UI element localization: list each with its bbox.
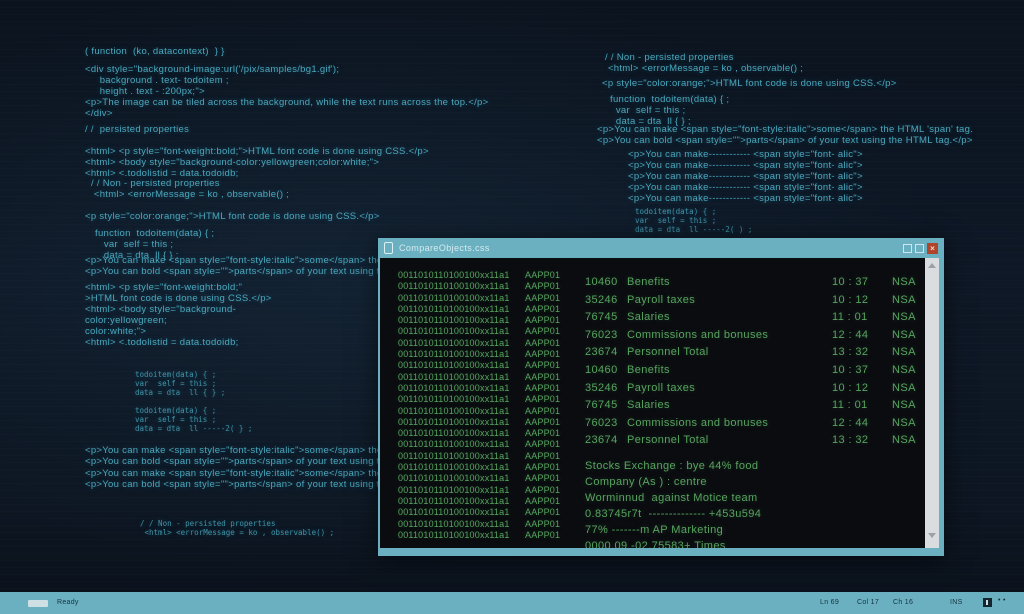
binary-row: 0011010110100100xx11a1AAPP01 <box>398 394 560 405</box>
status-ready-label: Ready <box>57 599 79 606</box>
binary-row: 0011010110100100xx11a1AAPP01 <box>398 383 560 394</box>
window-controls: × <box>903 243 938 254</box>
code-block-color-orange: <p style="color:orange;">HTML font code … <box>85 211 380 222</box>
binary-row: 0011010110100100xx11a1AAPP01 <box>398 428 560 439</box>
binary-row: 0011010110100100xx11a1AAPP01 <box>398 473 560 484</box>
status-dots: • • <box>998 597 1006 604</box>
status-insert-mode: INS <box>950 599 963 606</box>
binary-row: 0011010110100100xx11a1AAPP01 <box>398 485 560 496</box>
code-block-right-non-persisted: / / Non - persisted properties <html> <e… <box>605 52 803 74</box>
code-block-mono-todoitem: todoitem(data) { ; var self = this ; dat… <box>135 370 252 433</box>
status-line-indicator: Ln 69 <box>820 599 839 606</box>
binary-row: 0011010110100100xx11a1AAPP01 <box>398 281 560 292</box>
binary-row: 0011010110100100xx11a1AAPP01 <box>398 462 560 473</box>
binary-row: 0011010110100100xx11a1AAPP01 <box>398 293 560 304</box>
status-indicator <box>983 598 992 607</box>
code-block-mono-errormessage: / / Non - persisted properties <html> <e… <box>140 519 334 537</box>
compare-objects-window: CompareObjects.css × 0011010110100100xx1… <box>378 238 944 556</box>
ledger-group-2: 10460Benefits10 : 37NSA35246Payroll taxe… <box>585 362 915 450</box>
binary-row: 0011010110100100xx11a1AAPP01 <box>398 315 560 326</box>
status-bar: Ready Ln 69 Col 17 Ch 16 INS • • <box>0 592 1024 614</box>
scroll-up-icon[interactable] <box>928 263 936 268</box>
binary-row: 0011010110100100xx11a1AAPP01 <box>398 326 560 337</box>
code-block-html-css: <html> <p style="font-weight:bold;">HTML… <box>85 146 429 179</box>
binary-rows: 0011010110100100xx11a1AAPP01001101011010… <box>398 270 560 541</box>
ledger-row: 76023Commissions and bonuses12 : 44NSA <box>585 327 915 345</box>
minimize-button[interactable] <box>903 244 912 253</box>
summary-text: Stocks Exchange : bye 44% food Company (… <box>585 458 761 548</box>
ledger-row: 35246Payroll taxes10 : 12NSA <box>585 292 915 310</box>
binary-row: 0011010110100100xx11a1AAPP01 <box>398 372 560 383</box>
binary-row: 0011010110100100xx11a1AAPP01 <box>398 496 560 507</box>
ledger-row: 76745Salaries11 : 01NSA <box>585 309 915 327</box>
window-title: CompareObjects.css <box>399 243 490 253</box>
binary-row: 0011010110100100xx11a1AAPP01 <box>398 270 560 281</box>
ledger-row: 10460Benefits10 : 37NSA <box>585 274 915 292</box>
binary-row: 0011010110100100xx11a1AAPP01 <box>398 338 560 349</box>
ledger-row: 76745Salaries11 : 01NSA <box>585 397 915 415</box>
ledger-group-1: 10460Benefits10 : 37NSA35246Payroll taxe… <box>585 274 915 362</box>
status-char-indicator: Ch 16 <box>893 599 913 606</box>
ledger-row: 35246Payroll taxes10 : 12NSA <box>585 380 915 398</box>
binary-row: 0011010110100100xx11a1AAPP01 <box>398 530 560 541</box>
scrollbar[interactable] <box>925 258 939 548</box>
binary-row: 0011010110100100xx11a1AAPP01 <box>398 406 560 417</box>
code-block-right-span: <p>You can make <span style="font-style:… <box>597 124 973 146</box>
binary-row: 0011010110100100xx11a1AAPP01 <box>398 519 560 530</box>
ledger-row: 10460Benefits10 : 37NSA <box>585 362 915 380</box>
file-icon <box>384 242 393 254</box>
binary-row: 0011010110100100xx11a1AAPP01 <box>398 451 560 462</box>
code-block-right-make-dashes: <p>You can make------------ <span style=… <box>628 149 863 204</box>
ledger-row: 76023Commissions and bonuses12 : 44NSA <box>585 415 915 433</box>
window-titlebar[interactable]: CompareObjects.css × <box>378 238 944 258</box>
maximize-button[interactable] <box>915 244 924 253</box>
scroll-down-icon[interactable] <box>928 533 936 538</box>
code-block-right-todoitem-fn: function todoitem(data) { ; var self = t… <box>610 94 729 127</box>
code-block-div-background: <div style="background-image:url('/pix/s… <box>85 64 488 119</box>
code-block-right-color-orange: <p style="color:orange;">HTML font code … <box>602 78 897 89</box>
binary-row: 0011010110100100xx11a1AAPP01 <box>398 439 560 450</box>
ledger-row: 23674Personnel Total13 : 32NSA <box>585 432 915 450</box>
code-block-function-header: ( function (ko, datacontext) } } <box>85 46 225 57</box>
binary-row: 0011010110100100xx11a1AAPP01 <box>398 360 560 371</box>
binary-row: 0011010110100100xx11a1AAPP01 <box>398 417 560 428</box>
window-body: 0011010110100100xx11a1AAPP01001101011010… <box>380 258 939 548</box>
code-block-html-wrapped: <html> <p style="font-weight:bold;" >HTM… <box>85 282 272 348</box>
binary-row: 0011010110100100xx11a1AAPP01 <box>398 507 560 518</box>
ledger-row: 23674Personnel Total13 : 32NSA <box>585 344 915 362</box>
binary-row: 0011010110100100xx11a1AAPP01 <box>398 349 560 360</box>
close-button[interactable]: × <box>927 243 938 254</box>
code-block-right-mono-todoitem: todoitem(data) { ; var self = this ; dat… <box>635 207 752 234</box>
code-block-non-persisted: / / Non - persisted properties <html> <e… <box>88 178 289 200</box>
desktop: ( function (ko, datacontext) } } <div st… <box>0 0 1024 614</box>
status-badge <box>28 600 48 607</box>
code-block-persisted-comment: / / persisted properties <box>85 124 189 135</box>
status-column-indicator: Col 17 <box>857 599 879 606</box>
binary-row: 0011010110100100xx11a1AAPP01 <box>398 304 560 315</box>
